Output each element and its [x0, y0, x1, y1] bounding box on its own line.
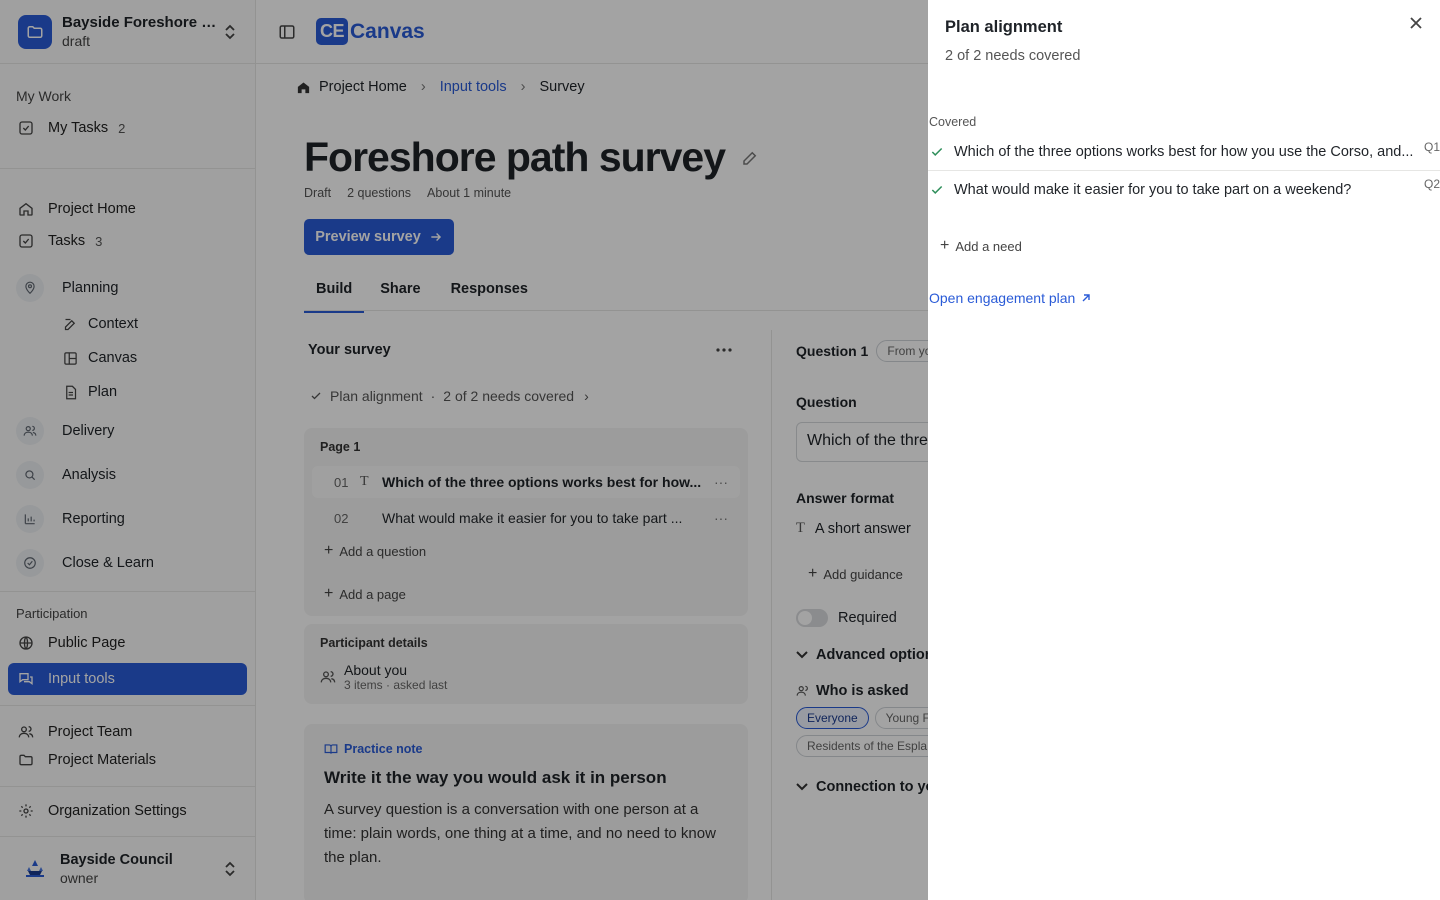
plus-icon: +	[940, 237, 950, 254]
need-row[interactable]: Which of the three options works best fo…	[928, 134, 1440, 171]
need-text: What would make it easier for you to tak…	[954, 181, 1352, 198]
plan-alignment-drawer: Plan alignment 2 of 2 needs covered Cove…	[928, 0, 1440, 900]
add-need-label: Add a need	[955, 238, 1022, 254]
drawer-title: Plan alignment	[945, 18, 1063, 36]
open-engagement-plan-label: Open engagement plan	[929, 290, 1076, 306]
need-row[interactable]: What would make it easier for you to tak…	[928, 171, 1440, 208]
need-text: Which of the three options works best fo…	[954, 144, 1414, 160]
need-question-ref: Q2	[1423, 177, 1440, 191]
modal-backdrop[interactable]	[0, 0, 928, 900]
external-link-icon	[1081, 293, 1091, 303]
check-icon	[930, 183, 954, 197]
add-need-button[interactable]: + Add a need	[940, 237, 1022, 255]
drawer-subtitle: 2 of 2 needs covered	[945, 48, 1081, 64]
app-root: Bayside Foreshore R... draft My Work My …	[0, 0, 1440, 900]
check-icon	[930, 145, 954, 159]
open-engagement-plan-link[interactable]: Open engagement plan	[929, 290, 1091, 306]
close-icon[interactable]	[1409, 16, 1423, 30]
need-question-ref: Q1	[1423, 140, 1440, 154]
covered-section-label: Covered	[929, 115, 977, 129]
